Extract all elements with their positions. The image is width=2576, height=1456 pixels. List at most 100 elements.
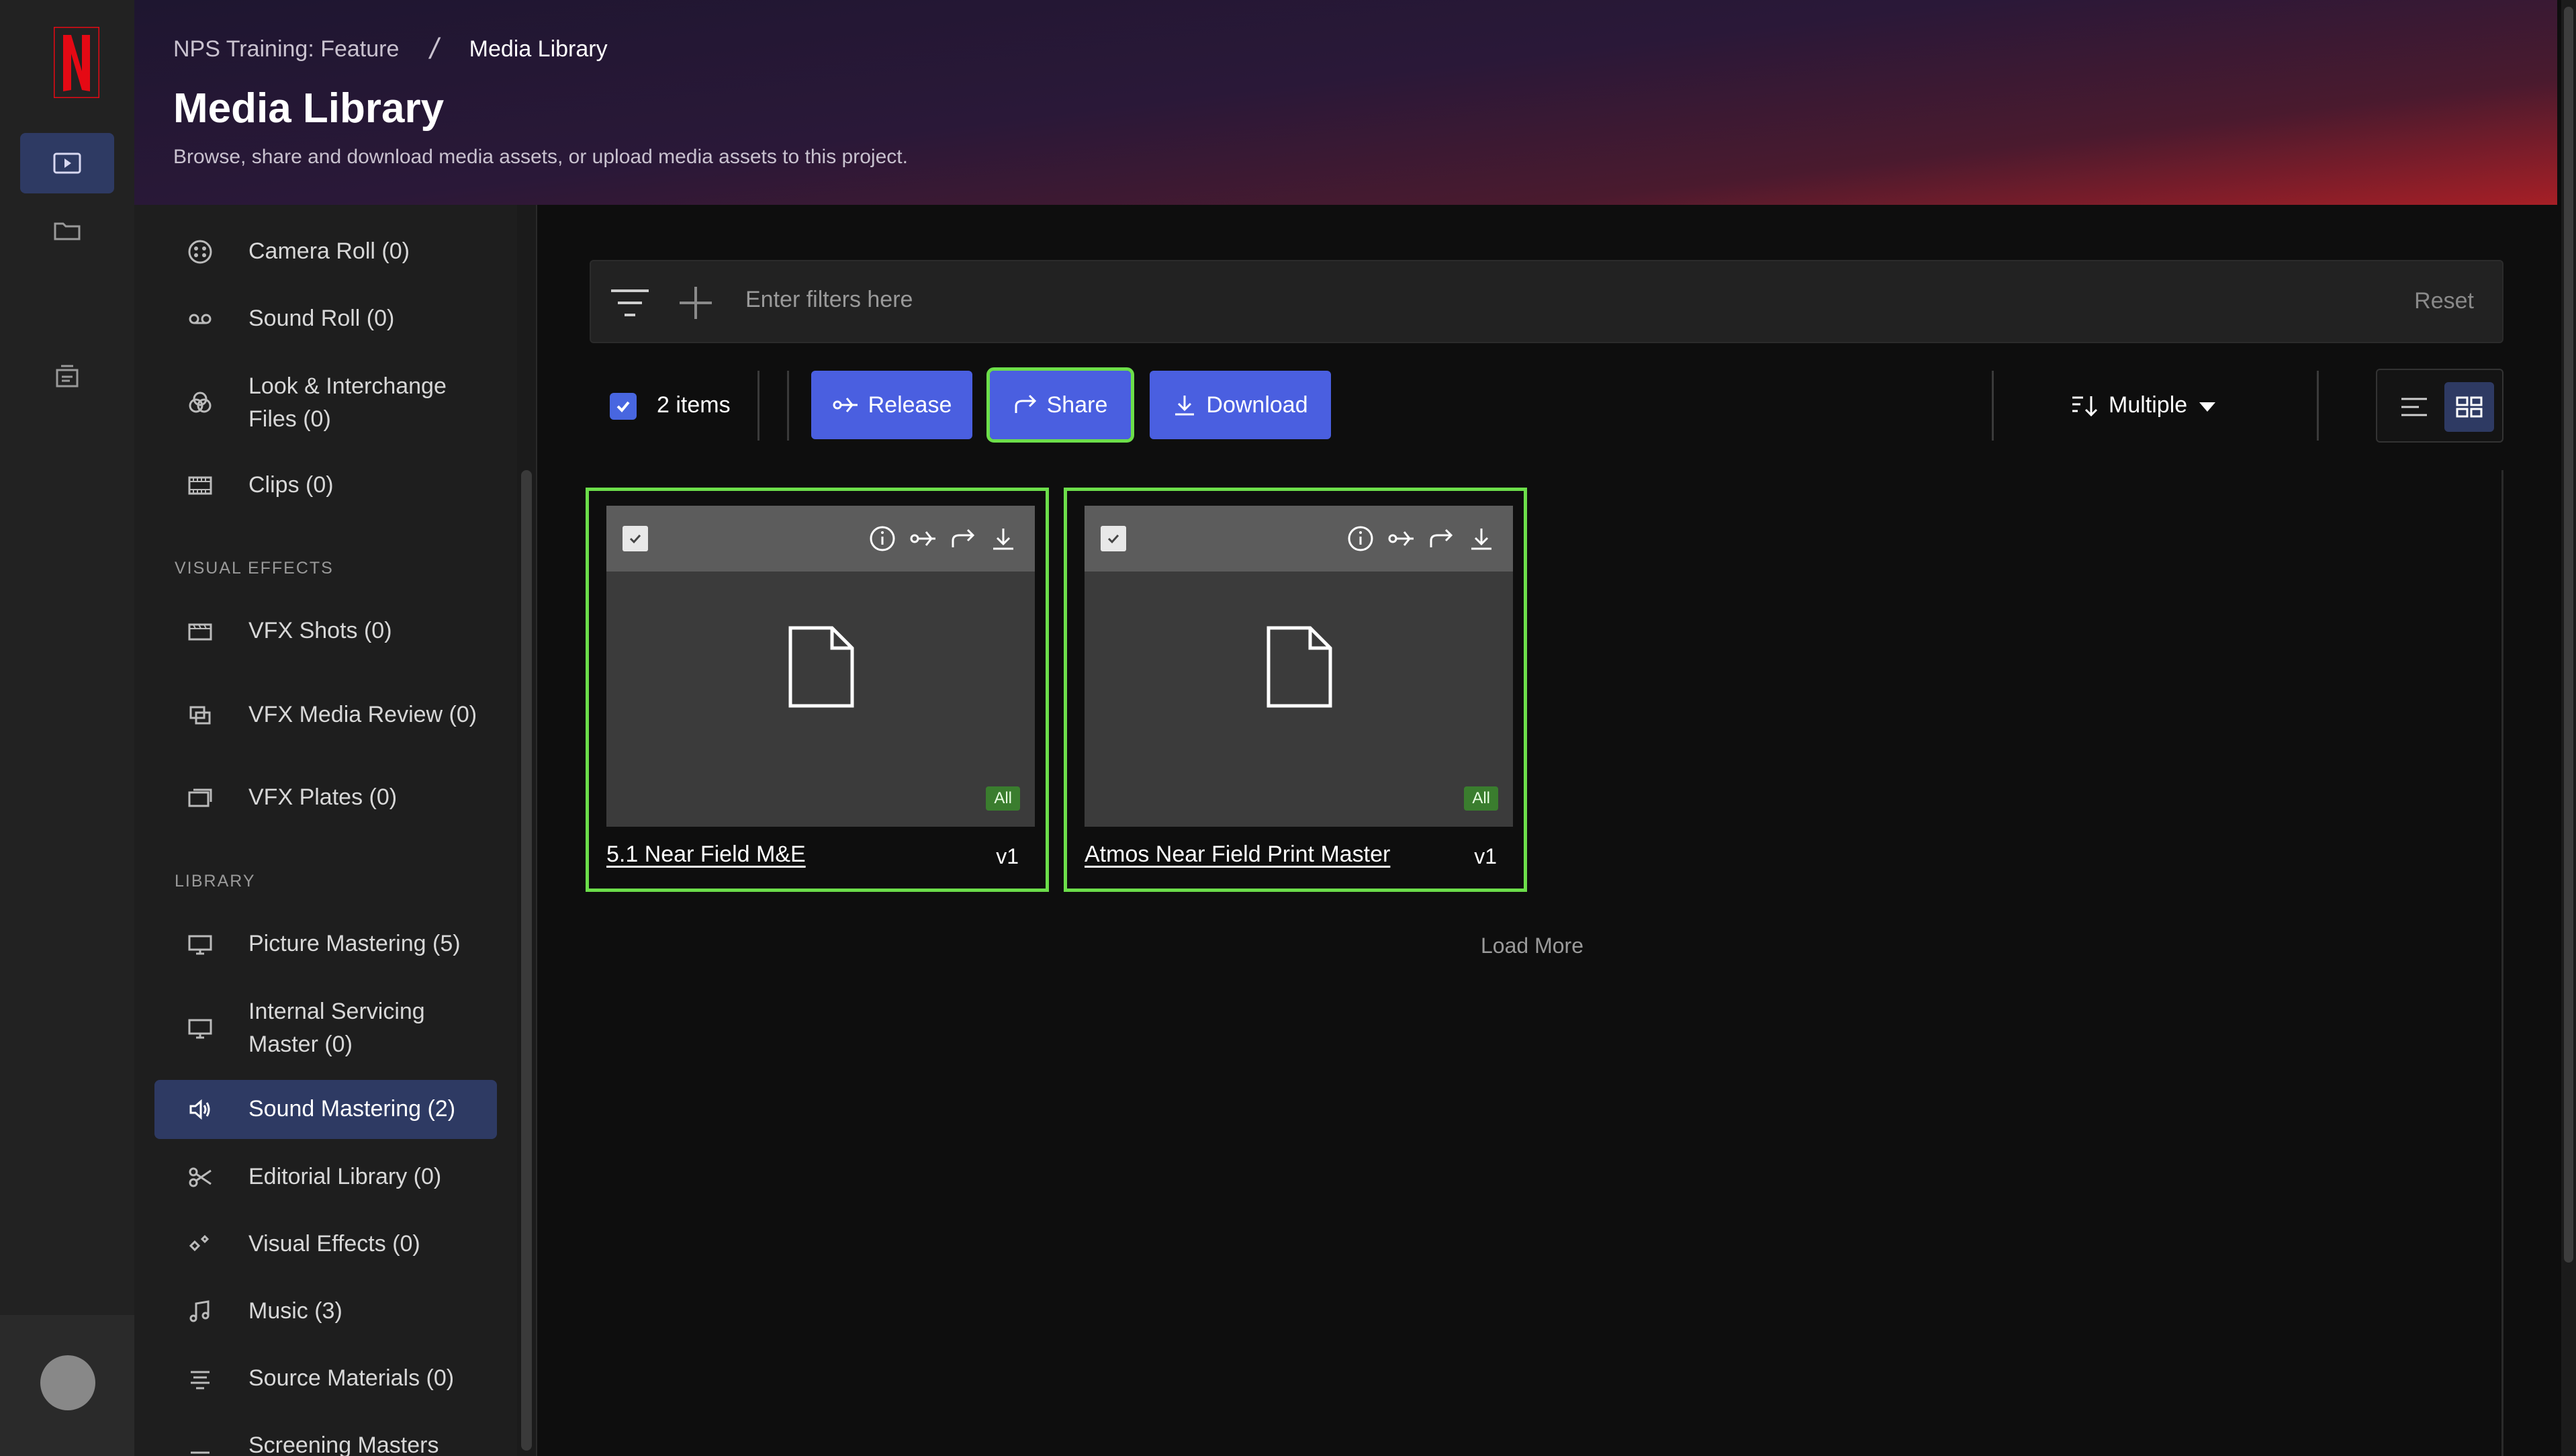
- asset-name-link[interactable]: 5.1 Near Field M&E: [606, 841, 806, 868]
- check-icon: [1107, 534, 1119, 544]
- breadcrumb: NPS Training: Feature / Media Library: [173, 32, 608, 66]
- toolbar-divider: [757, 371, 760, 441]
- source-icon: [185, 1364, 215, 1394]
- sidebar-item-label: Source Materials (0): [248, 1365, 455, 1392]
- sidebar-item-picture-mastering[interactable]: Picture Mastering (5): [154, 927, 497, 961]
- filter-icon[interactable]: [610, 288, 650, 318]
- color-circles-icon: [185, 388, 215, 418]
- sidebar-item-vfx-media-review[interactable]: VFX Media Review (0): [154, 682, 497, 749]
- screening-icon: [185, 1431, 215, 1456]
- grid-view-button[interactable]: [2444, 382, 2494, 432]
- sidebar-item-label: Visual Effects (0): [248, 1231, 420, 1257]
- tape-icon: [185, 304, 215, 334]
- avatar[interactable]: [40, 1355, 95, 1410]
- sidebar-item-clips[interactable]: Clips (0): [154, 469, 497, 502]
- view-toggle: [2376, 369, 2503, 443]
- release-icon[interactable]: [1387, 525, 1415, 553]
- sidebar-item-look-interchange[interactable]: Look & Interchange Files (0): [154, 369, 497, 437]
- sparkle-icon: [185, 1230, 215, 1259]
- release-button[interactable]: Release: [811, 371, 972, 439]
- sidebar-item-sound-roll[interactable]: Sound Roll (0): [154, 302, 497, 336]
- sidebar-scroll-thumb[interactable]: [521, 470, 532, 1451]
- sort-label: Multiple: [2109, 392, 2188, 418]
- share-button[interactable]: Share: [986, 367, 1134, 443]
- deliveries-nav-button[interactable]: [20, 347, 114, 407]
- sidebar-item-editorial-library[interactable]: Editorial Library (0): [154, 1161, 497, 1194]
- sidebar-item-label: VFX Media Review (0): [248, 702, 477, 728]
- play-square-icon: [53, 152, 81, 174]
- filter-bar: Enter filters here Reset: [590, 260, 2503, 343]
- file-icon: [1267, 626, 1332, 708]
- folder-nav-button[interactable]: [20, 200, 114, 261]
- select-all-checkbox[interactable]: [610, 393, 637, 420]
- tray-icon: [56, 365, 79, 388]
- release-button-label: Release: [868, 392, 952, 418]
- release-icon[interactable]: [909, 525, 937, 553]
- sidebar-item-label: Look & Interchange Files (0): [248, 373, 447, 432]
- card-thumbnail[interactable]: All: [1085, 572, 1513, 827]
- breadcrumb-project[interactable]: NPS Training: Feature: [173, 36, 399, 62]
- chevron-down-icon: [2199, 402, 2216, 412]
- grid-icon: [2456, 396, 2483, 418]
- music-icon: [185, 1297, 215, 1326]
- download-icon[interactable]: [1467, 525, 1496, 553]
- share-arrow-icon[interactable]: [949, 525, 977, 553]
- sidebar-item-music[interactable]: Music (3): [154, 1295, 497, 1328]
- add-filter-icon[interactable]: [678, 285, 713, 320]
- sort-dropdown[interactable]: Multiple: [2071, 392, 2221, 418]
- load-more-button[interactable]: Load More: [1481, 934, 1583, 958]
- check-icon: [629, 534, 641, 544]
- page-scroll-thumb[interactable]: [2564, 7, 2573, 1263]
- info-icon[interactable]: [868, 525, 896, 553]
- asset-name-link[interactable]: Atmos Near Field Print Master: [1085, 841, 1390, 868]
- sidebar-item-vfx-plates[interactable]: VFX Plates (0): [154, 781, 497, 815]
- sidebar-item-label: Sound Mastering (2): [248, 1096, 456, 1122]
- media-library-nav-button[interactable]: [20, 133, 114, 193]
- check-icon: [616, 401, 630, 412]
- download-button[interactable]: Download: [1150, 371, 1331, 439]
- sidebar-item-visual-effects[interactable]: Visual Effects (0): [154, 1228, 497, 1261]
- netflix-logo[interactable]: [54, 27, 99, 98]
- card-checkbox[interactable]: [1101, 526, 1126, 551]
- download-icon[interactable]: [989, 525, 1017, 553]
- scissors-icon: [185, 1163, 215, 1192]
- sidebar-item-screening-masters[interactable]: Screening Masters: [154, 1429, 497, 1456]
- sort-icon: [2072, 396, 2098, 416]
- page-subtitle: Browse, share and download media assets,…: [173, 146, 908, 168]
- sidebar-item-vfx-shots[interactable]: VFX Shots (0): [154, 615, 497, 648]
- download-icon: [1175, 396, 1195, 416]
- sidebar-item-label: Clips (0): [248, 472, 334, 498]
- sidebar-item-label: Music (3): [248, 1298, 342, 1324]
- toolbar-divider: [787, 371, 789, 441]
- asset-card[interactable]: All Atmos Near Field Print Master v1: [1064, 488, 1527, 892]
- asset-card[interactable]: All 5.1 Near Field M&E v1: [586, 488, 1049, 892]
- card-toolbar: [606, 506, 1035, 572]
- card-actions: [868, 525, 1017, 553]
- sidebar-item-label: Camera Roll (0): [248, 238, 410, 265]
- sidebar-item-label: Sound Roll (0): [248, 306, 395, 332]
- sidebar-item-camera-roll[interactable]: Camera Roll (0): [154, 235, 497, 269]
- filter-input[interactable]: Enter filters here: [745, 287, 913, 313]
- card-thumbnail[interactable]: All: [606, 572, 1035, 827]
- sidebar-item-sound-mastering[interactable]: Sound Mastering (2): [154, 1080, 497, 1139]
- page-scrollbar[interactable]: [2561, 0, 2576, 1456]
- share-arrow-icon: [1015, 394, 1036, 413]
- sidebar-item-label: Editorial Library (0): [248, 1164, 442, 1190]
- reset-button[interactable]: Reset: [2414, 288, 2474, 314]
- share-arrow-icon[interactable]: [1427, 525, 1455, 553]
- page-title: Media Library: [173, 85, 445, 132]
- film-strip-icon: [185, 471, 215, 500]
- page-header: NPS Training: Feature / Media Library Me…: [134, 0, 2557, 205]
- status-badge: All: [1464, 786, 1498, 811]
- section-heading-vfx: VISUAL EFFECTS: [175, 559, 334, 578]
- breadcrumb-current: Media Library: [469, 36, 608, 62]
- sidebar-item-internal-servicing-master[interactable]: Internal Servicing Master (0): [154, 995, 497, 1062]
- info-icon[interactable]: [1346, 525, 1375, 553]
- card-checkbox[interactable]: [623, 526, 648, 551]
- sidebar-item-source-materials[interactable]: Source Materials (0): [154, 1362, 497, 1396]
- list-view-button[interactable]: [2389, 382, 2439, 432]
- rail-footer: [0, 1315, 134, 1456]
- asset-version: v1: [996, 844, 1019, 868]
- clapper-icon: [185, 617, 215, 646]
- media-review-icon: [185, 700, 215, 730]
